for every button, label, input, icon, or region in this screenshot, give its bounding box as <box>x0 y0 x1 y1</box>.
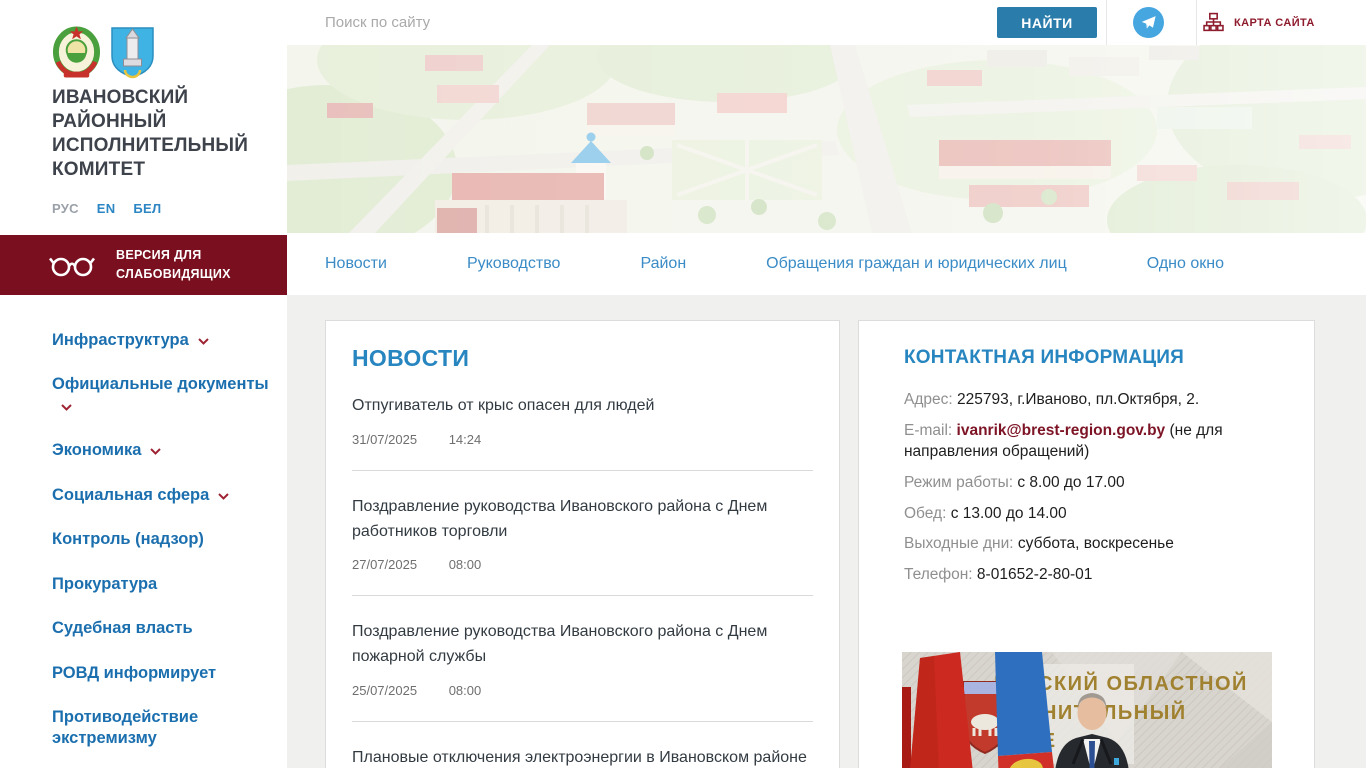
chevron-down-icon <box>61 396 72 417</box>
news-panel-title: НОВОСТИ <box>352 345 470 371</box>
sidebar-item-label: Социальная сфера <box>52 485 210 504</box>
divider <box>352 720 813 722</box>
top-bar: НАЙТИ КАРТА САЙТА <box>287 0 1366 45</box>
belarus-emblem-icon <box>52 26 101 78</box>
contact-value: 8-01652-2-80-01 <box>976 566 1093 584</box>
news-item-date: 25/07/2025 08:00 <box>352 683 813 698</box>
contact-value: с 13.00 до 14.00 <box>950 504 1067 522</box>
hero-town-illustration <box>287 45 1366 233</box>
sidebar-item-label: РОВД информирует <box>52 663 217 682</box>
news-date: 27/07/2025 <box>352 557 418 573</box>
sidebar-menu: Инфраструктура Официальные документы Эко… <box>52 330 272 768</box>
nav-item-one-window[interactable]: Одно окно <box>1147 255 1224 273</box>
page: НАЙТИ КАРТА САЙТА <box>0 0 1366 768</box>
divider <box>352 469 813 471</box>
lang-en[interactable]: EN <box>97 201 116 216</box>
news-item-link[interactable]: Плановые отключения электроэнергии в Ива… <box>352 746 813 768</box>
contact-weekend: Выходные дни: суббота, воскресенье <box>904 533 1288 555</box>
news-panel: НОВОСТИ Отпугиватель от крыс опасен для … <box>325 320 840 768</box>
contact-label: Адрес: <box>904 391 953 408</box>
contact-label: Режим работы: <box>904 474 1014 492</box>
sidebar-item-label: Прокуратура <box>52 574 158 593</box>
official-photo[interactable]: ЕСТСКИЙ ОБЛАСТНОЙ ПОЛНИТЕЛЬНЫЙ МИТЕ <box>902 652 1272 768</box>
news-time: 08:00 <box>448 682 482 698</box>
news-item-link[interactable]: Поздравление руководства Ивановского рай… <box>352 620 813 670</box>
hero-image <box>287 45 1366 233</box>
contact-email: E-mail: ivanrik@brest-region.gov.by (не … <box>904 420 1288 463</box>
news-item-date: 31/07/2025 14:24 <box>352 432 813 447</box>
news-item: Отпугиватель от крыс опасен для людей 31… <box>352 394 813 447</box>
sidebar-item-prosecutor[interactable]: Прокуратура <box>52 574 272 595</box>
nav-item-leadership[interactable]: Руководство <box>467 255 561 273</box>
sidebar-item-control[interactable]: Контроль (надзор) <box>52 529 272 550</box>
contact-label: Обед: <box>904 504 947 522</box>
sidebar-item-label: Противодействие экстремизму <box>52 707 199 748</box>
lang-rus: РУС <box>52 201 79 216</box>
contact-hours: Режим работы: с 8.00 до 17.00 <box>904 472 1288 494</box>
sidebar-item-label: Инфраструктура <box>52 331 189 349</box>
news-item-date: 27/07/2025 08:00 <box>352 557 813 572</box>
language-switcher: РУС EN БЕЛ <box>52 201 175 216</box>
sidebar-item-label: Официальные документы <box>52 375 269 394</box>
search-button[interactable]: НАЙТИ <box>997 7 1097 38</box>
sidebar-item-social-sphere[interactable]: Социальная сфера <box>52 485 272 506</box>
contact-value: 225793, г.Иваново, пл.Октября, 2. <box>957 391 1200 408</box>
accessibility-version-button[interactable]: ВЕРСИЯ ДЛЯ СЛАБОВИДЯЩИХ <box>0 235 287 295</box>
news-item-link[interactable]: Отпугиватель от крыс опасен для людей <box>352 394 813 419</box>
sitemap-link[interactable]: КАРТА САЙТА <box>1203 0 1315 45</box>
lang-bel[interactable]: БЕЛ <box>133 201 161 216</box>
official-photo-illustration: ЕСТСКИЙ ОБЛАСТНОЙ ПОЛНИТЕЛЬНЫЙ МИТЕ <box>902 652 1272 768</box>
search-input[interactable] <box>287 0 992 45</box>
sidebar-item-rovd[interactable]: РОВД информирует <box>52 663 272 684</box>
sidebar-item-anti-extremism[interactable]: Противодействие экстремизму <box>52 707 272 750</box>
contact-label: Телефон: <box>904 566 973 584</box>
glasses-icon <box>48 257 96 277</box>
chevron-down-icon <box>218 485 229 506</box>
nav-item-news[interactable]: Новости <box>325 255 387 273</box>
sidebar-item-label: Судебная власть <box>52 619 193 638</box>
sidebar: ИВАНОВСКИЙ РАЙОННЫЙ ИСПОЛНИТЕЛЬНЫЙ КОМИТ… <box>0 0 287 768</box>
sidebar-item-judiciary[interactable]: Судебная власть <box>52 618 272 639</box>
contact-value: с 8.00 до 17.00 <box>1017 474 1125 492</box>
nav-item-appeals[interactable]: Обращения граждан и юридических лиц <box>766 255 1067 273</box>
divider <box>352 595 813 597</box>
news-time: 14:24 <box>448 431 482 447</box>
contact-label: E-mail: <box>904 421 953 439</box>
telegram-button[interactable] <box>1133 7 1164 38</box>
news-item: Поздравление руководства Ивановского рай… <box>352 495 813 573</box>
contact-value: суббота, воскресенье <box>1017 535 1174 553</box>
telegram-icon <box>1141 16 1156 29</box>
main-nav: Новости Руководство Район Обращения граж… <box>287 233 1366 295</box>
chevron-down-icon <box>198 330 209 351</box>
news-item: Плановые отключения электроэнергии в Ива… <box>352 746 813 768</box>
sidebar-item-economy[interactable]: Экономика <box>52 440 272 461</box>
logo-link[interactable] <box>52 26 155 79</box>
sidebar-item-label: Экономика <box>52 441 142 460</box>
sitemap-icon <box>1203 12 1224 32</box>
news-item-link[interactable]: Поздравление руководства Ивановского рай… <box>352 495 813 545</box>
news-date: 31/07/2025 <box>352 431 418 447</box>
email-link[interactable]: ivanrik@brest-region.gov.by <box>957 422 1166 439</box>
contact-panel-title: КОНТАКТНАЯ ИНФОРМАЦИЯ <box>904 347 1185 368</box>
contact-address: Адрес: 225793, г.Иваново, пл.Октября, 2. <box>904 389 1288 411</box>
news-item: Поздравление руководства Ивановского рай… <box>352 620 813 698</box>
ivanovo-emblem-icon <box>111 27 154 79</box>
news-time: 08:00 <box>448 557 482 573</box>
org-title: ИВАНОВСКИЙ РАЙОННЫЙ ИСПОЛНИТЕЛЬНЫЙ КОМИТ… <box>52 87 249 180</box>
contact-label: Выходные дни: <box>904 535 1014 553</box>
accessibility-label: ВЕРСИЯ ДЛЯ СЛАБОВИДЯЩИХ <box>116 247 231 281</box>
sidebar-item-official-documents[interactable]: Официальные документы <box>52 374 272 417</box>
sidebar-item-infrastructure[interactable]: Инфраструктура <box>52 330 272 351</box>
chevron-down-icon <box>150 440 162 461</box>
nav-item-district[interactable]: Район <box>640 255 686 273</box>
sitemap-label: КАРТА САЙТА <box>1234 16 1315 29</box>
contact-lunch: Обед: с 13.00 до 14.00 <box>904 503 1288 525</box>
contact-phone: Телефон: 8-01652-2-80-01 <box>904 564 1288 586</box>
divider <box>1196 0 1197 45</box>
divider <box>1106 0 1107 45</box>
news-date: 25/07/2025 <box>352 682 418 698</box>
sidebar-item-label: Контроль (надзор) <box>52 530 204 549</box>
